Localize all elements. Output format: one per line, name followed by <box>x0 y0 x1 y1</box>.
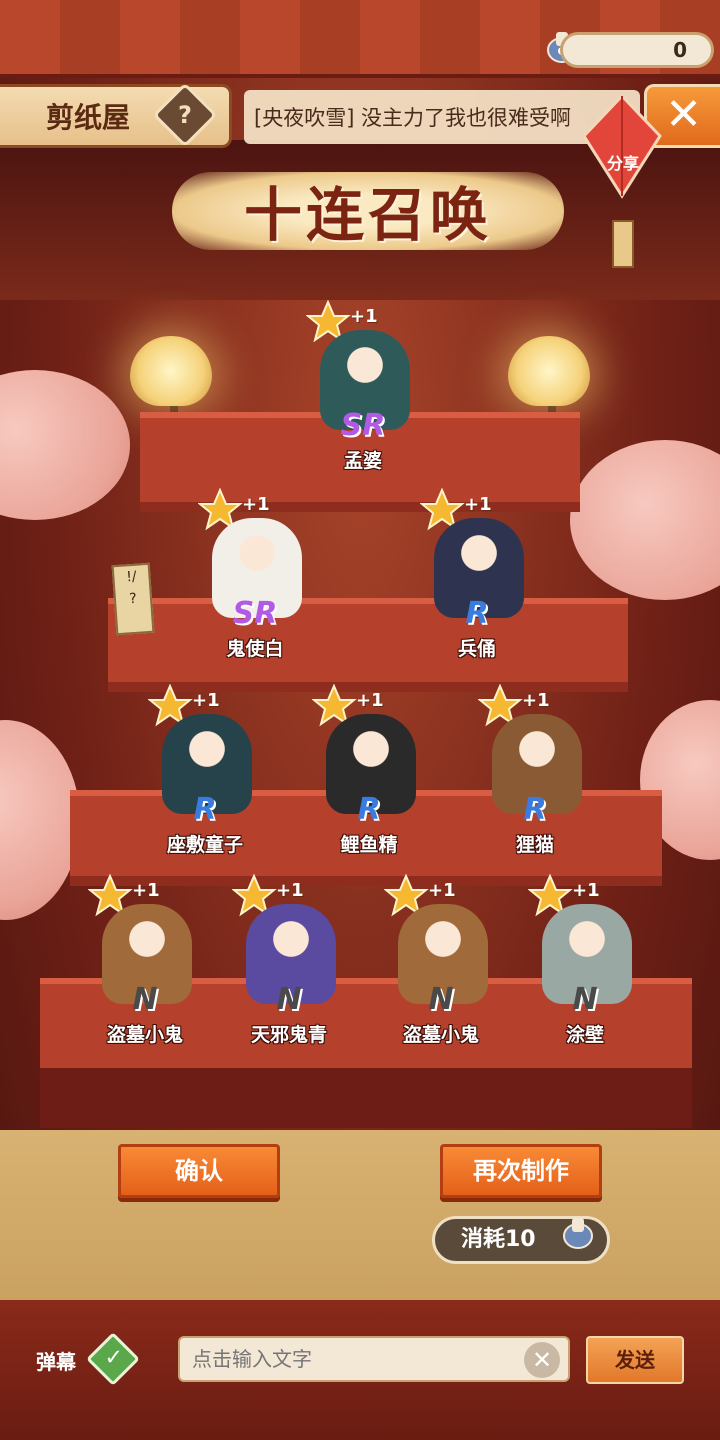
rarity-badge: SR <box>340 408 386 443</box>
character-name: 盗墓小鬼 <box>106 1024 183 1046</box>
lantern-left <box>130 336 212 406</box>
bottom-panel <box>0 1130 720 1310</box>
rarity-badge: R <box>523 792 547 827</box>
star-plus: +1 <box>192 690 220 711</box>
result-card[interactable]: +1 N 天邪鬼青 <box>224 874 354 1064</box>
star-plus: +1 <box>276 880 304 901</box>
result-card[interactable]: +1 R 兵俑 <box>412 488 542 678</box>
rarity-badge: N <box>132 982 158 1017</box>
rarity-badge: SR <box>232 596 278 631</box>
redo-button[interactable]: 再次制作 <box>440 1144 602 1198</box>
cherry-blossom-left-lower <box>0 720 80 920</box>
star-plus: +1 <box>132 880 160 901</box>
star-plus: +1 <box>350 306 378 327</box>
cherry-blossom-left <box>0 370 130 520</box>
result-card[interactable]: +1 R 座敷童子 <box>140 684 270 874</box>
rarity-badge: N <box>276 982 302 1017</box>
danmu-label: 弹幕 <box>36 1350 76 1374</box>
share-label[interactable]: 分享 <box>596 150 650 174</box>
star-plus: +1 <box>464 494 492 515</box>
character-name: 天邪鬼青 <box>250 1024 327 1046</box>
result-card[interactable]: +1 N 涂壁 <box>520 874 650 1064</box>
send-button[interactable]: 发送 <box>586 1336 684 1384</box>
result-card[interactable]: +1 N 盗墓小鬼 <box>376 874 506 1064</box>
stage-step-base <box>40 1068 692 1128</box>
currency-counter: 0 <box>560 32 714 68</box>
result-card[interactable]: +1 N 盗墓小鬼 <box>80 874 210 1064</box>
confirm-button[interactable]: 确认 <box>118 1144 280 1198</box>
rarity-badge: R <box>193 792 217 827</box>
cost-label: 消耗10 <box>461 1227 536 1252</box>
stage-step-2 <box>108 598 628 692</box>
star-plus: +1 <box>572 880 600 901</box>
rarity-badge: N <box>428 982 454 1017</box>
rarity-badge: N <box>572 982 598 1017</box>
rarity-badge: R <box>357 792 381 827</box>
wooden-sign: !/? <box>111 562 155 636</box>
result-card[interactable]: +1 R 鲤鱼精 <box>304 684 434 874</box>
star-plus: +1 <box>522 690 550 711</box>
character-name: 孟婆 <box>343 450 382 472</box>
character-name: 涂壁 <box>565 1024 604 1046</box>
character-name: 盗墓小鬼 <box>402 1024 479 1046</box>
rarity-badge: R <box>465 596 489 631</box>
star-plus: +1 <box>428 880 456 901</box>
summon-ticket-icon <box>563 1218 593 1249</box>
hanging-tag <box>612 220 634 268</box>
summon-title: 十连召唤 <box>243 181 492 249</box>
character-name: 兵俑 <box>457 638 496 660</box>
result-card[interactable]: +1 SR 孟婆 <box>298 300 428 490</box>
character-name: 狸猫 <box>515 834 554 856</box>
summon-results-screen: !/? 剪纸屋 ? [央夜吹雪] 没主力了我也很难受啊 ✕ 0 分享 十连召唤 … <box>0 0 720 1440</box>
star-plus: +1 <box>356 690 384 711</box>
cherry-blossom-right <box>570 440 720 600</box>
result-card[interactable]: +1 R 狸猫 <box>470 684 600 874</box>
character-name: 座敷童子 <box>166 834 243 856</box>
character-name: 鲤鱼精 <box>340 834 398 856</box>
star-plus: +1 <box>242 494 270 515</box>
share-kite-icon[interactable] <box>580 92 664 202</box>
result-card[interactable]: +1 SR 鬼使白 <box>190 488 320 678</box>
lantern-right <box>508 336 590 406</box>
character-name: 鬼使白 <box>226 638 284 660</box>
clear-icon[interactable]: ✕ <box>524 1342 560 1378</box>
chat-input[interactable] <box>178 1336 570 1382</box>
